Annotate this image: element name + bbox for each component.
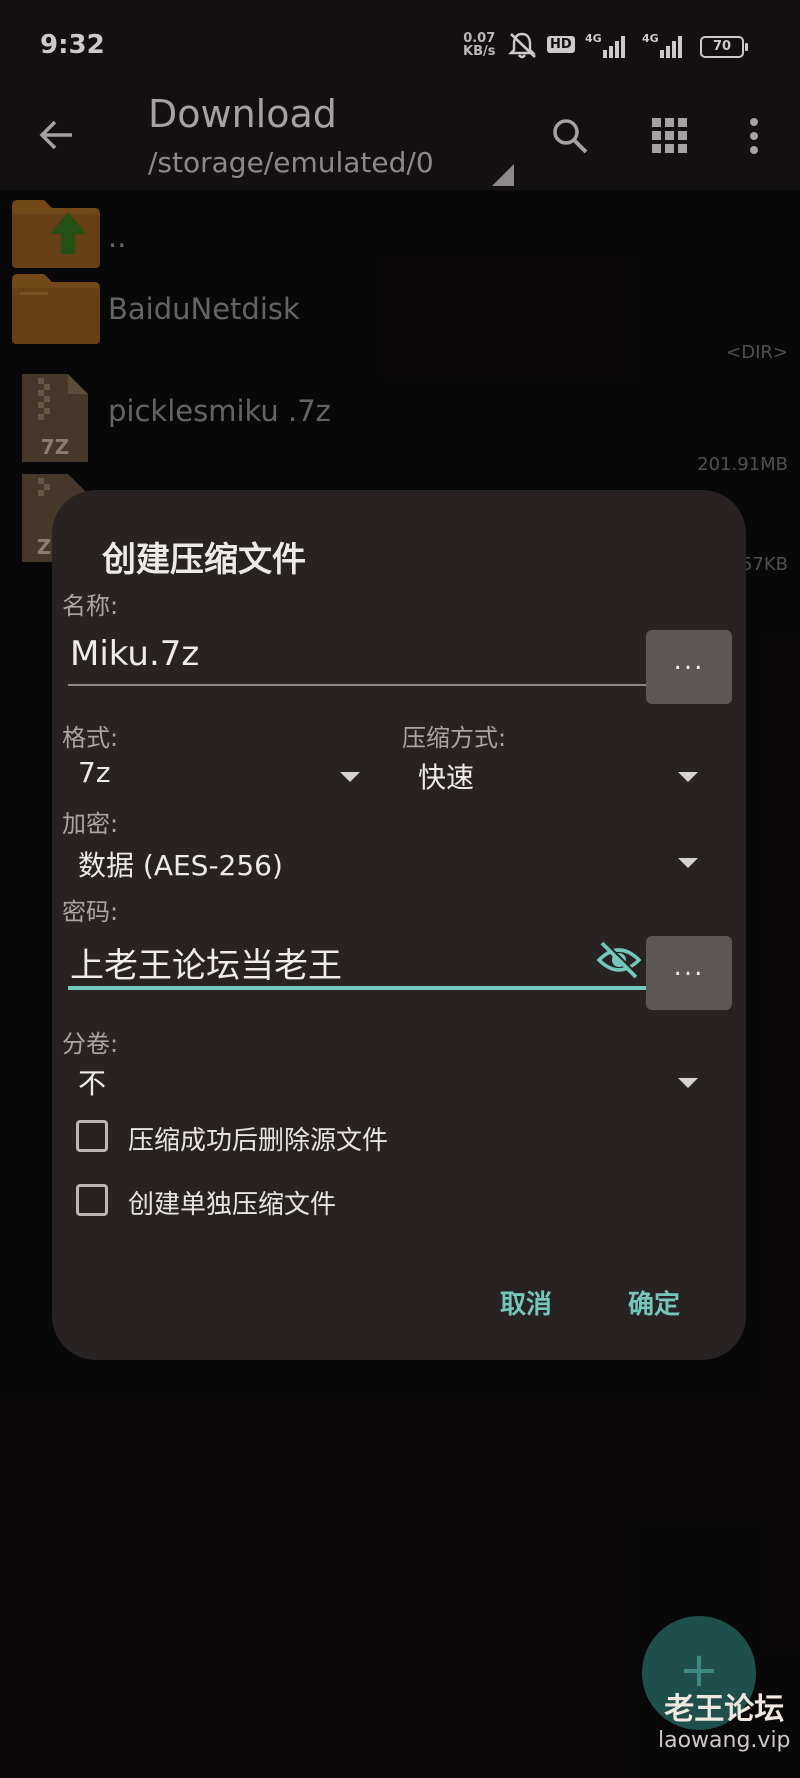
net-speed-unit: KB/s bbox=[463, 44, 496, 59]
name-label: 名称: bbox=[62, 592, 119, 620]
chevron-down-icon bbox=[678, 772, 698, 782]
compression-method-label: 压缩方式: bbox=[402, 724, 507, 752]
chevron-down-icon bbox=[678, 1078, 698, 1088]
format-value: 7z bbox=[78, 756, 111, 789]
dialog-title: 创建压缩文件 bbox=[102, 540, 306, 580]
app-bar: Download /storage/emulated/0 bbox=[0, 80, 800, 190]
more-vert-icon[interactable] bbox=[748, 118, 760, 154]
delete-source-label: 压缩成功后删除源文件 bbox=[128, 1126, 389, 1156]
chevron-down-icon bbox=[678, 858, 698, 868]
folder-path[interactable]: /storage/emulated/0 bbox=[148, 146, 434, 179]
encryption-label: 加密: bbox=[62, 810, 119, 838]
chevron-down-icon bbox=[340, 772, 360, 782]
battery-icon: 70 bbox=[700, 36, 748, 58]
hd-badge: HD bbox=[547, 36, 575, 53]
split-volume-label: 分卷: bbox=[62, 1030, 119, 1058]
password-value: 上老王论坛当老王 bbox=[70, 946, 342, 986]
encryption-value: 数据 (AES-256) bbox=[78, 849, 283, 882]
visibility-off-icon[interactable] bbox=[596, 940, 642, 980]
watermark-cn: 老王论坛 bbox=[664, 1692, 785, 1727]
bell-off-icon bbox=[508, 32, 536, 59]
folder-title: Download bbox=[148, 92, 337, 136]
archive-name-value: Miku.7z bbox=[70, 634, 200, 674]
net-speed: 0.07 KB/s bbox=[463, 32, 495, 58]
archive-name-field[interactable]: Miku.7z bbox=[68, 626, 680, 686]
separate-archives-label: 创建单独压缩文件 bbox=[128, 1190, 337, 1220]
separate-archives-checkbox[interactable] bbox=[76, 1184, 108, 1216]
status-time: 9:32 bbox=[40, 30, 105, 60]
format-label: 格式: bbox=[62, 724, 119, 752]
cancel-button[interactable]: 取消 bbox=[500, 1284, 552, 1321]
watermark: 老王论坛 laowang.vip bbox=[658, 1684, 791, 1753]
watermark-en: laowang.vip bbox=[658, 1728, 791, 1753]
back-arrow-icon[interactable] bbox=[38, 118, 76, 152]
field-underline-focused bbox=[68, 986, 680, 990]
password-label: 密码: bbox=[62, 898, 119, 926]
password-options-button[interactable]: ... bbox=[646, 936, 732, 1010]
ok-button[interactable]: 确定 bbox=[628, 1284, 680, 1321]
field-underline bbox=[68, 684, 680, 686]
grid-view-icon[interactable] bbox=[652, 118, 688, 154]
search-icon[interactable] bbox=[550, 116, 590, 156]
create-archive-dialog: 创建压缩文件 名称: Miku.7z ... 格式: 7z 压缩方式: 快速 加… bbox=[52, 490, 746, 1360]
path-dropdown-icon[interactable] bbox=[492, 164, 514, 186]
delete-source-checkbox[interactable] bbox=[76, 1120, 108, 1152]
password-field[interactable]: 上老王论坛当老王 bbox=[68, 930, 680, 990]
compression-method-value: 快速 bbox=[418, 761, 475, 794]
browse-path-button[interactable]: ... bbox=[646, 630, 732, 704]
split-volume-value: 不 bbox=[78, 1067, 107, 1100]
status-bar: 9:32 0.07 KB/s HD 4G 4G 70 bbox=[0, 0, 800, 80]
